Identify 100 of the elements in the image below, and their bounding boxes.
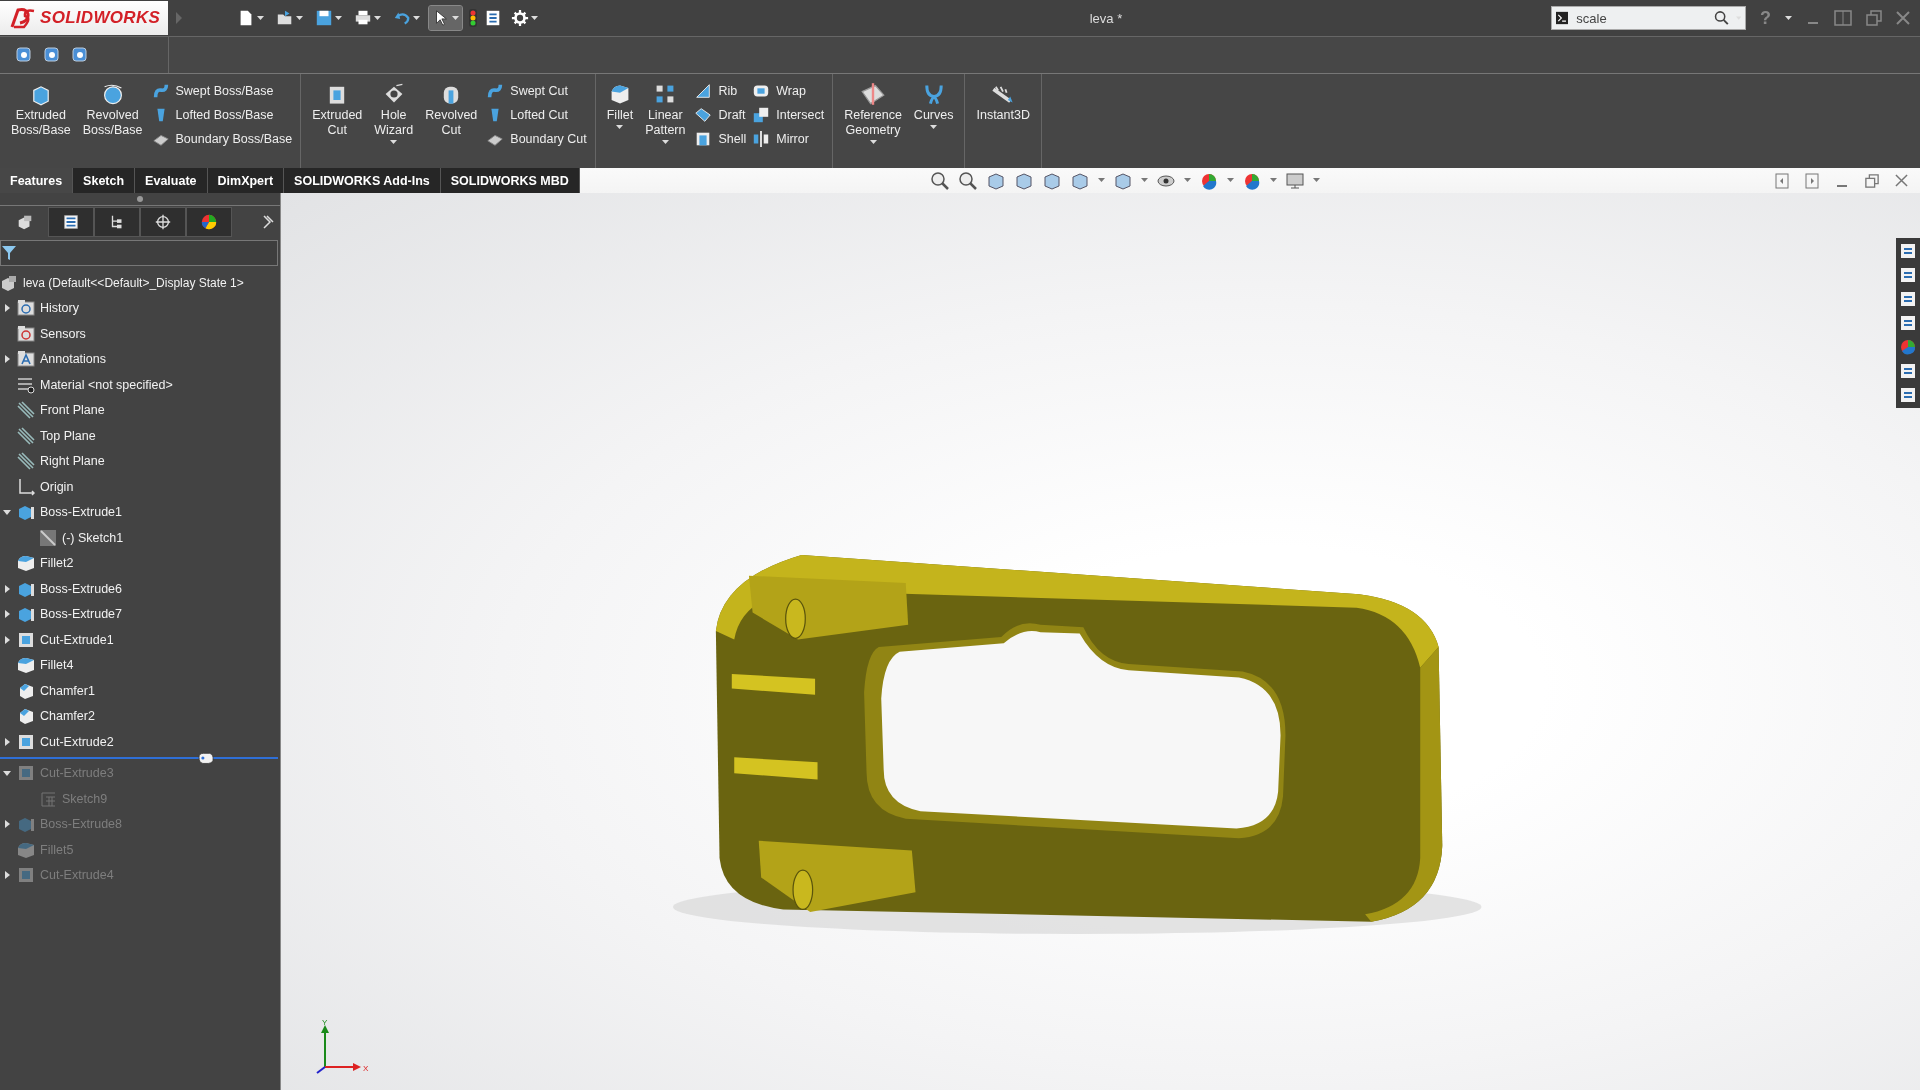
ribbon-command-button[interactable]: Wrap xyxy=(752,82,825,100)
close-icon[interactable] xyxy=(1896,11,1910,25)
dropdown-caret-icon[interactable] xyxy=(374,15,381,21)
restore-icon[interactable] xyxy=(1865,173,1879,188)
tree-item[interactable]: Chamfer1 xyxy=(40,683,95,698)
dropdown-caret-icon[interactable] xyxy=(1226,178,1234,183)
configuration-tab[interactable] xyxy=(94,207,140,237)
dropdown-caret-icon[interactable] xyxy=(1785,15,1792,21)
ribbon-command-button[interactable]: Extruded Boss/Base xyxy=(8,80,74,140)
expand-arrow-icon[interactable] xyxy=(2,819,12,830)
dropdown-caret-icon[interactable] xyxy=(390,140,398,145)
tree-item[interactable]: Fillet4 xyxy=(40,658,74,673)
ribbon-command-button[interactable]: Fillet xyxy=(603,80,637,132)
grip-dot-icon[interactable] xyxy=(137,196,143,202)
dropdown-caret-icon[interactable] xyxy=(1183,178,1191,183)
ribbon-command-button[interactable]: Boundary Cut xyxy=(486,130,587,148)
target-tab[interactable] xyxy=(140,207,186,237)
ribbon-command-button[interactable]: Lofted Cut xyxy=(486,106,587,124)
expand-arrow-icon[interactable] xyxy=(2,634,12,645)
expand-arrow-icon[interactable] xyxy=(2,870,12,881)
ribbon-command-button[interactable]: Rib xyxy=(694,82,747,100)
zoom-area-icon[interactable] xyxy=(957,170,978,191)
ribbon-command-button[interactable]: Lofted Boss/Base xyxy=(151,106,293,124)
dropdown-caret-icon[interactable] xyxy=(1312,178,1320,183)
dropdown-caret-icon[interactable] xyxy=(1097,178,1105,183)
tree-item[interactable]: Fillet2 xyxy=(40,556,74,571)
tree-item[interactable]: History xyxy=(40,301,79,316)
restore-icon[interactable] xyxy=(1866,10,1882,26)
dropdown-caret-icon[interactable] xyxy=(296,15,303,21)
close-icon[interactable] xyxy=(1895,174,1908,187)
tree-item[interactable]: Boss-Extrude7 xyxy=(40,607,122,622)
properties-icon[interactable] xyxy=(1899,362,1917,380)
tree-item[interactable]: Boss-Extrude6 xyxy=(40,581,122,596)
dropdown-caret-icon[interactable] xyxy=(869,140,877,145)
ribbon-command-button[interactable]: Shell xyxy=(694,130,747,148)
tree-item[interactable]: Boss-Extrude1 xyxy=(40,505,122,520)
tree-item[interactable]: Chamfer2 xyxy=(40,709,95,724)
ribbon-tab[interactable]: DimXpert xyxy=(207,168,285,193)
ribbon-command-button[interactable]: Mirror xyxy=(752,130,825,148)
save-icon[interactable] xyxy=(315,9,333,27)
chevron-right-icon[interactable] xyxy=(262,215,274,229)
tree-item[interactable]: Cut-Extrude1 xyxy=(40,632,114,647)
tree-item[interactable]: Material <not specified> xyxy=(40,377,173,392)
dropdown-caret-icon[interactable] xyxy=(1269,178,1277,183)
ribbon-tab[interactable]: SOLIDWORKS MBD xyxy=(440,168,580,193)
print-icon[interactable] xyxy=(354,9,372,27)
tree-root-item[interactable]: leva (Default<<Default>_Display State 1> xyxy=(23,275,244,290)
dropdown-caret-icon[interactable] xyxy=(1140,178,1148,183)
ribbon-command-button[interactable]: Swept Boss/Base xyxy=(151,82,293,100)
ribbon-command-button[interactable]: Instant3D xyxy=(973,80,1033,125)
tree-item[interactable]: Origin xyxy=(40,479,74,494)
list-document-icon[interactable] xyxy=(484,9,502,27)
dropdown-caret-icon[interactable] xyxy=(531,15,538,21)
dropdown-caret-icon[interactable] xyxy=(335,15,342,21)
expand-arrow-icon[interactable] xyxy=(2,736,12,747)
search-input[interactable]: scale xyxy=(1574,9,1709,27)
dropdown-caret-icon[interactable] xyxy=(452,15,459,21)
tree-item[interactable]: Annotations xyxy=(40,352,107,367)
tree-item[interactable]: Right Plane xyxy=(40,454,105,469)
view-settings-icon[interactable] xyxy=(1284,170,1305,191)
ribbon-command-button[interactable]: Boundary Boss/Base xyxy=(151,130,293,148)
ribbon-command-button[interactable]: Hole Wizard xyxy=(371,80,417,147)
dropdown-caret-icon[interactable] xyxy=(661,140,669,145)
tile-icon[interactable] xyxy=(1834,10,1852,26)
expand-arrow-icon[interactable] xyxy=(2,354,12,365)
appearance-icon[interactable] xyxy=(1899,338,1917,356)
panel-left-icon[interactable] xyxy=(1775,172,1789,189)
dropdown-caret-icon[interactable] xyxy=(616,125,624,130)
ribbon-tab[interactable]: SOLIDWORKS Add-Ins xyxy=(284,168,441,193)
ribbon-command-button[interactable]: Intersect xyxy=(752,106,825,124)
ribbon-command-button[interactable]: Draft xyxy=(694,106,747,124)
ribbon-command-button[interactable]: Reference Geometry xyxy=(841,80,905,147)
zoom-to-fit-icon[interactable] xyxy=(929,170,950,191)
ribbon-tab[interactable]: Features xyxy=(0,168,74,193)
tree-item[interactable]: (-) Sketch1 xyxy=(62,530,124,545)
ribbon-command-button[interactable]: Curves xyxy=(910,80,957,132)
ribbon-tab[interactable]: Evaluate xyxy=(135,168,208,193)
ribbon-command-button[interactable]: Extruded Cut xyxy=(309,80,366,140)
traffic-light-icon[interactable] xyxy=(468,8,478,28)
expand-arrow-icon[interactable] xyxy=(2,303,12,314)
property-tab[interactable] xyxy=(48,207,94,237)
ribbon-command-button[interactable]: Swept Cut xyxy=(486,82,587,100)
ribbon-tab[interactable]: Sketch xyxy=(73,168,136,193)
tree-item[interactable]: Top Plane xyxy=(40,428,96,443)
ribbon-command-button[interactable]: Revolved Cut xyxy=(422,80,481,140)
filter-field[interactable] xyxy=(0,240,278,266)
dropdown-caret-icon[interactable] xyxy=(413,15,420,21)
tree-item[interactable]: Cut-Extrude2 xyxy=(40,734,114,749)
open-folder-icon[interactable] xyxy=(276,9,294,27)
expand-arrow-icon[interactable] xyxy=(2,583,12,594)
ribbon-command-button[interactable]: Revolved Boss/Base xyxy=(79,80,146,140)
appearance-tab[interactable] xyxy=(186,207,232,237)
dropdown-caret-icon[interactable] xyxy=(257,15,264,21)
tree-item[interactable]: Sensors xyxy=(40,326,86,341)
expand-arrow-icon[interactable] xyxy=(2,609,12,620)
search-field[interactable]: scale xyxy=(1551,6,1746,30)
tree-item[interactable]: Front Plane xyxy=(40,403,105,418)
ribbon-command-button[interactable]: Linear Pattern xyxy=(642,80,689,147)
dropdown-caret-icon[interactable] xyxy=(930,125,938,130)
settings-icon[interactable] xyxy=(511,9,529,27)
